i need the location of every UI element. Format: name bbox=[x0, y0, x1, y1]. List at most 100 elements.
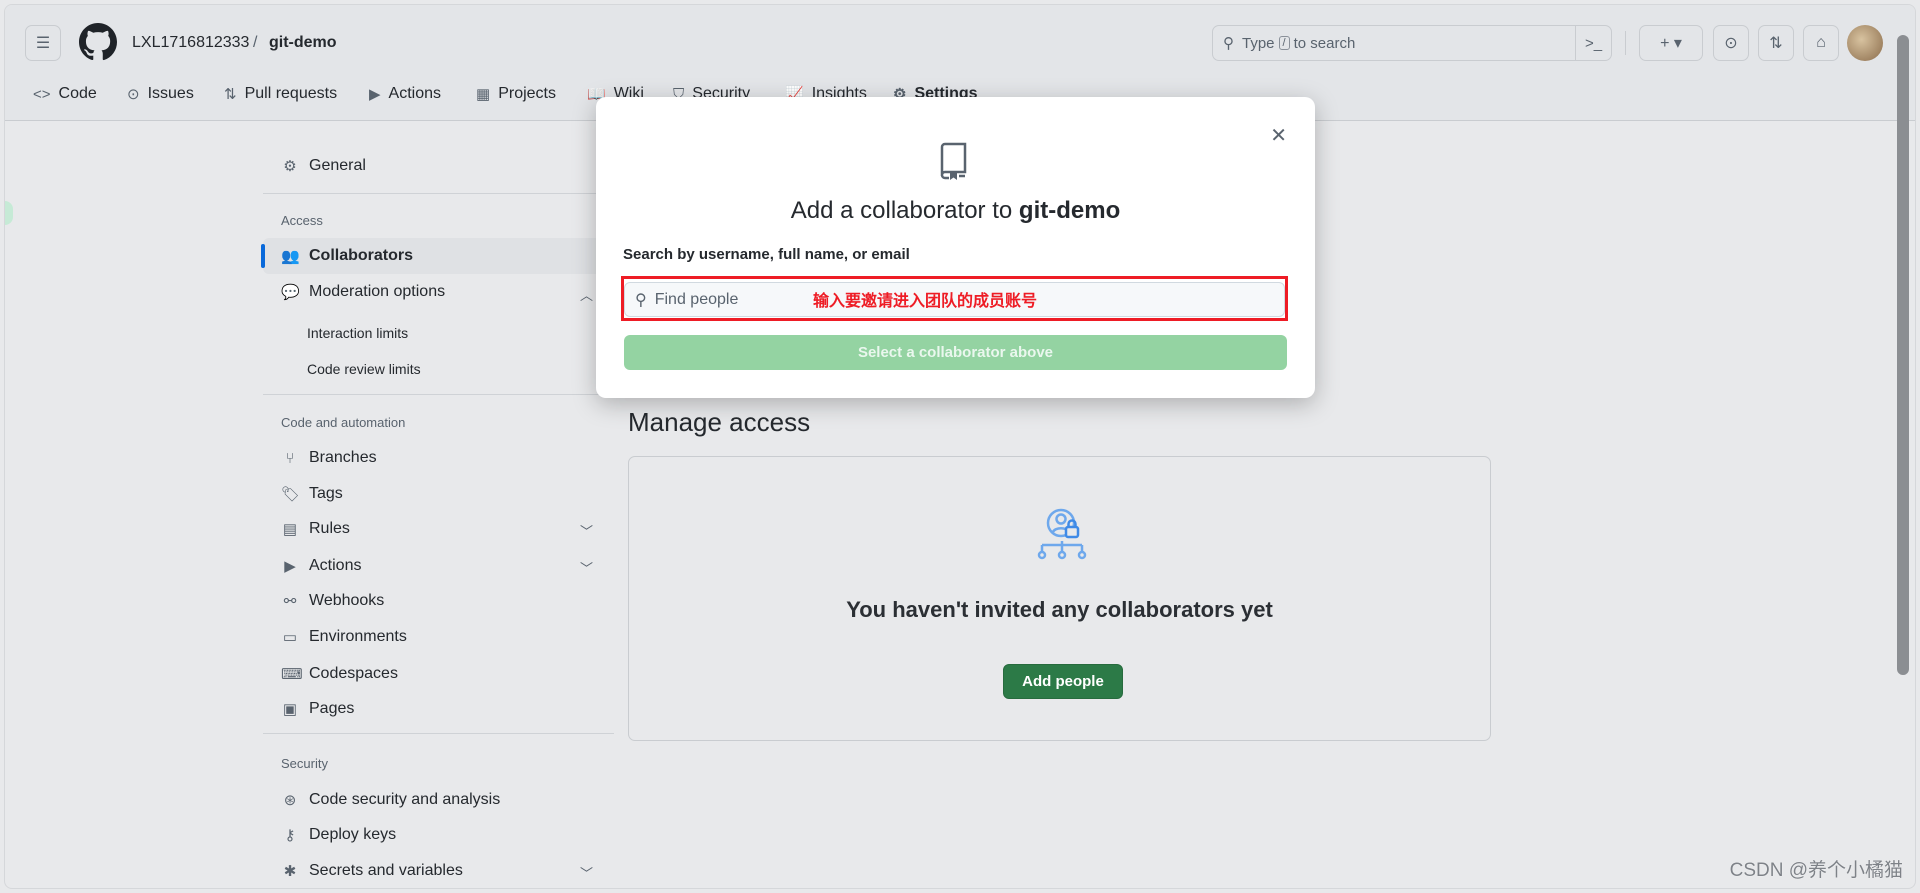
sidebar-item-label: Branches bbox=[309, 449, 377, 466]
command-palette-icon[interactable]: >_ bbox=[1575, 26, 1611, 60]
sidebar-item-codespaces[interactable]: ⌨ Codespaces bbox=[263, 656, 614, 692]
github-logo-icon[interactable] bbox=[79, 23, 117, 61]
breadcrumb-owner[interactable]: LXL1716812333 bbox=[132, 34, 249, 52]
search-shortcut-key: / bbox=[1278, 36, 1290, 50]
chevron-down-icon[interactable]: ﹀ bbox=[580, 558, 593, 577]
close-icon[interactable]: ✕ bbox=[1270, 123, 1287, 148]
sidebar-item-label: Tags bbox=[309, 485, 343, 502]
play-icon: ▶ bbox=[369, 86, 381, 103]
search-icon: ⚲ bbox=[635, 291, 647, 309]
plus-icon: + ▾ bbox=[1660, 35, 1682, 52]
dialog-title: Add a collaborator to git-demo bbox=[596, 197, 1315, 225]
add-collaborator-dialog: ✕ Add a collaborator to git-demo Search … bbox=[596, 97, 1315, 398]
sidebar-item-secrets[interactable]: ✱ Secrets and variables bbox=[263, 853, 614, 888]
active-indicator bbox=[261, 244, 265, 268]
sidebar-item-webhooks[interactable]: ⚯ Webhooks bbox=[263, 583, 614, 619]
chevron-down-icon[interactable]: ﹀ bbox=[580, 863, 593, 882]
chevron-up-icon[interactable]: ︿ bbox=[580, 285, 593, 304]
breadcrumb-separator: / bbox=[253, 34, 258, 51]
sidebar-item-rules[interactable]: ▤ Rules bbox=[263, 511, 614, 547]
sidebar-item-label: Code security and analysis bbox=[309, 791, 501, 808]
tab-code[interactable]: <> Code bbox=[33, 85, 97, 103]
sidebar-heading-security: Security bbox=[281, 756, 328, 771]
search-placeholder-suffix: to search bbox=[1293, 34, 1356, 52]
sidebar-item-pages[interactable]: ▣ Pages bbox=[263, 691, 614, 727]
divider bbox=[263, 733, 614, 734]
comment-discussion-icon: 💬 bbox=[281, 284, 300, 301]
input-placeholder: Find people bbox=[654, 290, 739, 308]
empty-state-text: You haven't invited any collaborators ye… bbox=[846, 597, 1273, 622]
tab-projects[interactable]: ▦ Projects bbox=[476, 85, 556, 103]
tag-icon: 🏷 bbox=[281, 486, 301, 503]
watermark: CSDN @养个小橘猫 bbox=[1729, 860, 1903, 881]
sidebar-item-code-review-limits[interactable]: Code review limits bbox=[307, 361, 421, 377]
sidebar-item-actions[interactable]: ▶ Actions bbox=[263, 548, 614, 584]
person-lock-icon bbox=[1037, 508, 1087, 560]
tab-label: Issues bbox=[147, 85, 194, 102]
pull-request-icon: ⇅ bbox=[224, 86, 237, 103]
sidebar-item-general[interactable]: ⚙ General bbox=[263, 148, 614, 184]
gear-icon: ⚙ bbox=[283, 158, 297, 175]
avatar[interactable] bbox=[1847, 25, 1883, 61]
pull-requests-button[interactable]: ⇅ bbox=[1758, 25, 1794, 61]
issue-icon: ⊙ bbox=[127, 86, 140, 103]
header-divider bbox=[1625, 31, 1626, 55]
tab-pull-requests[interactable]: ⇅ Pull requests bbox=[224, 85, 337, 103]
code-icon: <> bbox=[33, 85, 51, 103]
dialog-title-prefix: Add a collaborator to bbox=[790, 197, 1013, 224]
annotation-text: 输入要邀请进入团队的成员账号 bbox=[813, 293, 1038, 310]
search-placeholder-prefix: Type bbox=[1242, 34, 1275, 52]
inbox-button[interactable]: ⌂ bbox=[1803, 25, 1839, 61]
breadcrumb-repo[interactable]: git-demo bbox=[269, 34, 337, 52]
search-icon: ⚲ bbox=[1223, 35, 1234, 52]
tab-label: Pull requests bbox=[244, 85, 338, 102]
tab-label: Actions bbox=[388, 85, 442, 102]
scrollbar-thumb[interactable] bbox=[1897, 35, 1909, 675]
sidebar-item-code-security[interactable]: ⊛ Code security and analysis bbox=[263, 782, 614, 818]
tab-issues[interactable]: ⊙ Issues bbox=[127, 85, 194, 103]
sidebar-item-label: Pages bbox=[309, 700, 355, 717]
sidebar-item-interaction-limits[interactable]: Interaction limits bbox=[307, 325, 408, 341]
sidebar-item-environments[interactable]: ▭ Environments bbox=[263, 619, 614, 655]
menu-button[interactable]: ☰ bbox=[25, 25, 61, 61]
tab-label: Projects bbox=[498, 85, 556, 102]
browser-icon: ▣ bbox=[282, 701, 298, 718]
add-people-button[interactable]: Add people bbox=[1003, 664, 1123, 699]
sidebar-item-deploy-keys[interactable]: ⚷ Deploy keys bbox=[263, 817, 614, 853]
sidebar-item-collaborators[interactable]: 👥 Collaborators bbox=[261, 238, 614, 274]
codescan-icon: ⊛ bbox=[283, 792, 297, 809]
sidebar-heading-access: Access bbox=[281, 213, 323, 228]
create-new-button[interactable]: + ▾ bbox=[1639, 25, 1703, 61]
rules-icon: ▤ bbox=[282, 521, 298, 538]
search-input[interactable]: ⚲ Type / to search >_ bbox=[1212, 25, 1612, 61]
server-icon: ▭ bbox=[282, 629, 298, 646]
webhook-icon: ⚯ bbox=[283, 593, 297, 610]
issues-button[interactable]: ⊙ bbox=[1713, 25, 1749, 61]
sidebar-item-label: Rules bbox=[309, 520, 350, 537]
sidebar-item-label: Environments bbox=[309, 628, 407, 645]
collaborators-empty-state: You haven't invited any collaborators ye… bbox=[628, 456, 1491, 741]
people-icon: 👥 bbox=[281, 248, 300, 265]
sidebar-heading-code-automation: Code and automation bbox=[281, 415, 406, 430]
issue-icon: ⊙ bbox=[1724, 35, 1738, 52]
select-collaborator-button[interactable]: Select a collaborator above bbox=[624, 335, 1287, 370]
table-icon: ▦ bbox=[476, 86, 491, 103]
sidebar-item-branches[interactable]: ⑂ Branches bbox=[263, 440, 614, 476]
branch-icon: ⑂ bbox=[285, 449, 295, 467]
tab-label: Code bbox=[58, 85, 97, 102]
play-icon: ▶ bbox=[284, 558, 296, 575]
divider bbox=[263, 394, 614, 395]
side-floating-handle[interactable] bbox=[5, 201, 13, 225]
chevron-down-icon[interactable]: ﹀ bbox=[580, 521, 593, 540]
tab-actions[interactable]: ▶ Actions bbox=[369, 85, 441, 103]
sidebar-item-label: Deploy keys bbox=[309, 826, 397, 843]
sidebar-item-label: Secrets and variables bbox=[309, 862, 463, 879]
repo-icon bbox=[940, 142, 967, 180]
sidebar-item-moderation-options[interactable]: 💬 Moderation options bbox=[263, 274, 614, 310]
sidebar-item-tags[interactable]: 🏷 Tags bbox=[263, 476, 614, 512]
sidebar-item-label: Moderation options bbox=[309, 283, 446, 300]
sidebar-item-label: Collaborators bbox=[309, 247, 414, 264]
dialog-title-repo: git-demo bbox=[1018, 197, 1121, 224]
sidebar-item-label: Webhooks bbox=[309, 592, 385, 609]
key-icon: ⚷ bbox=[284, 827, 296, 844]
